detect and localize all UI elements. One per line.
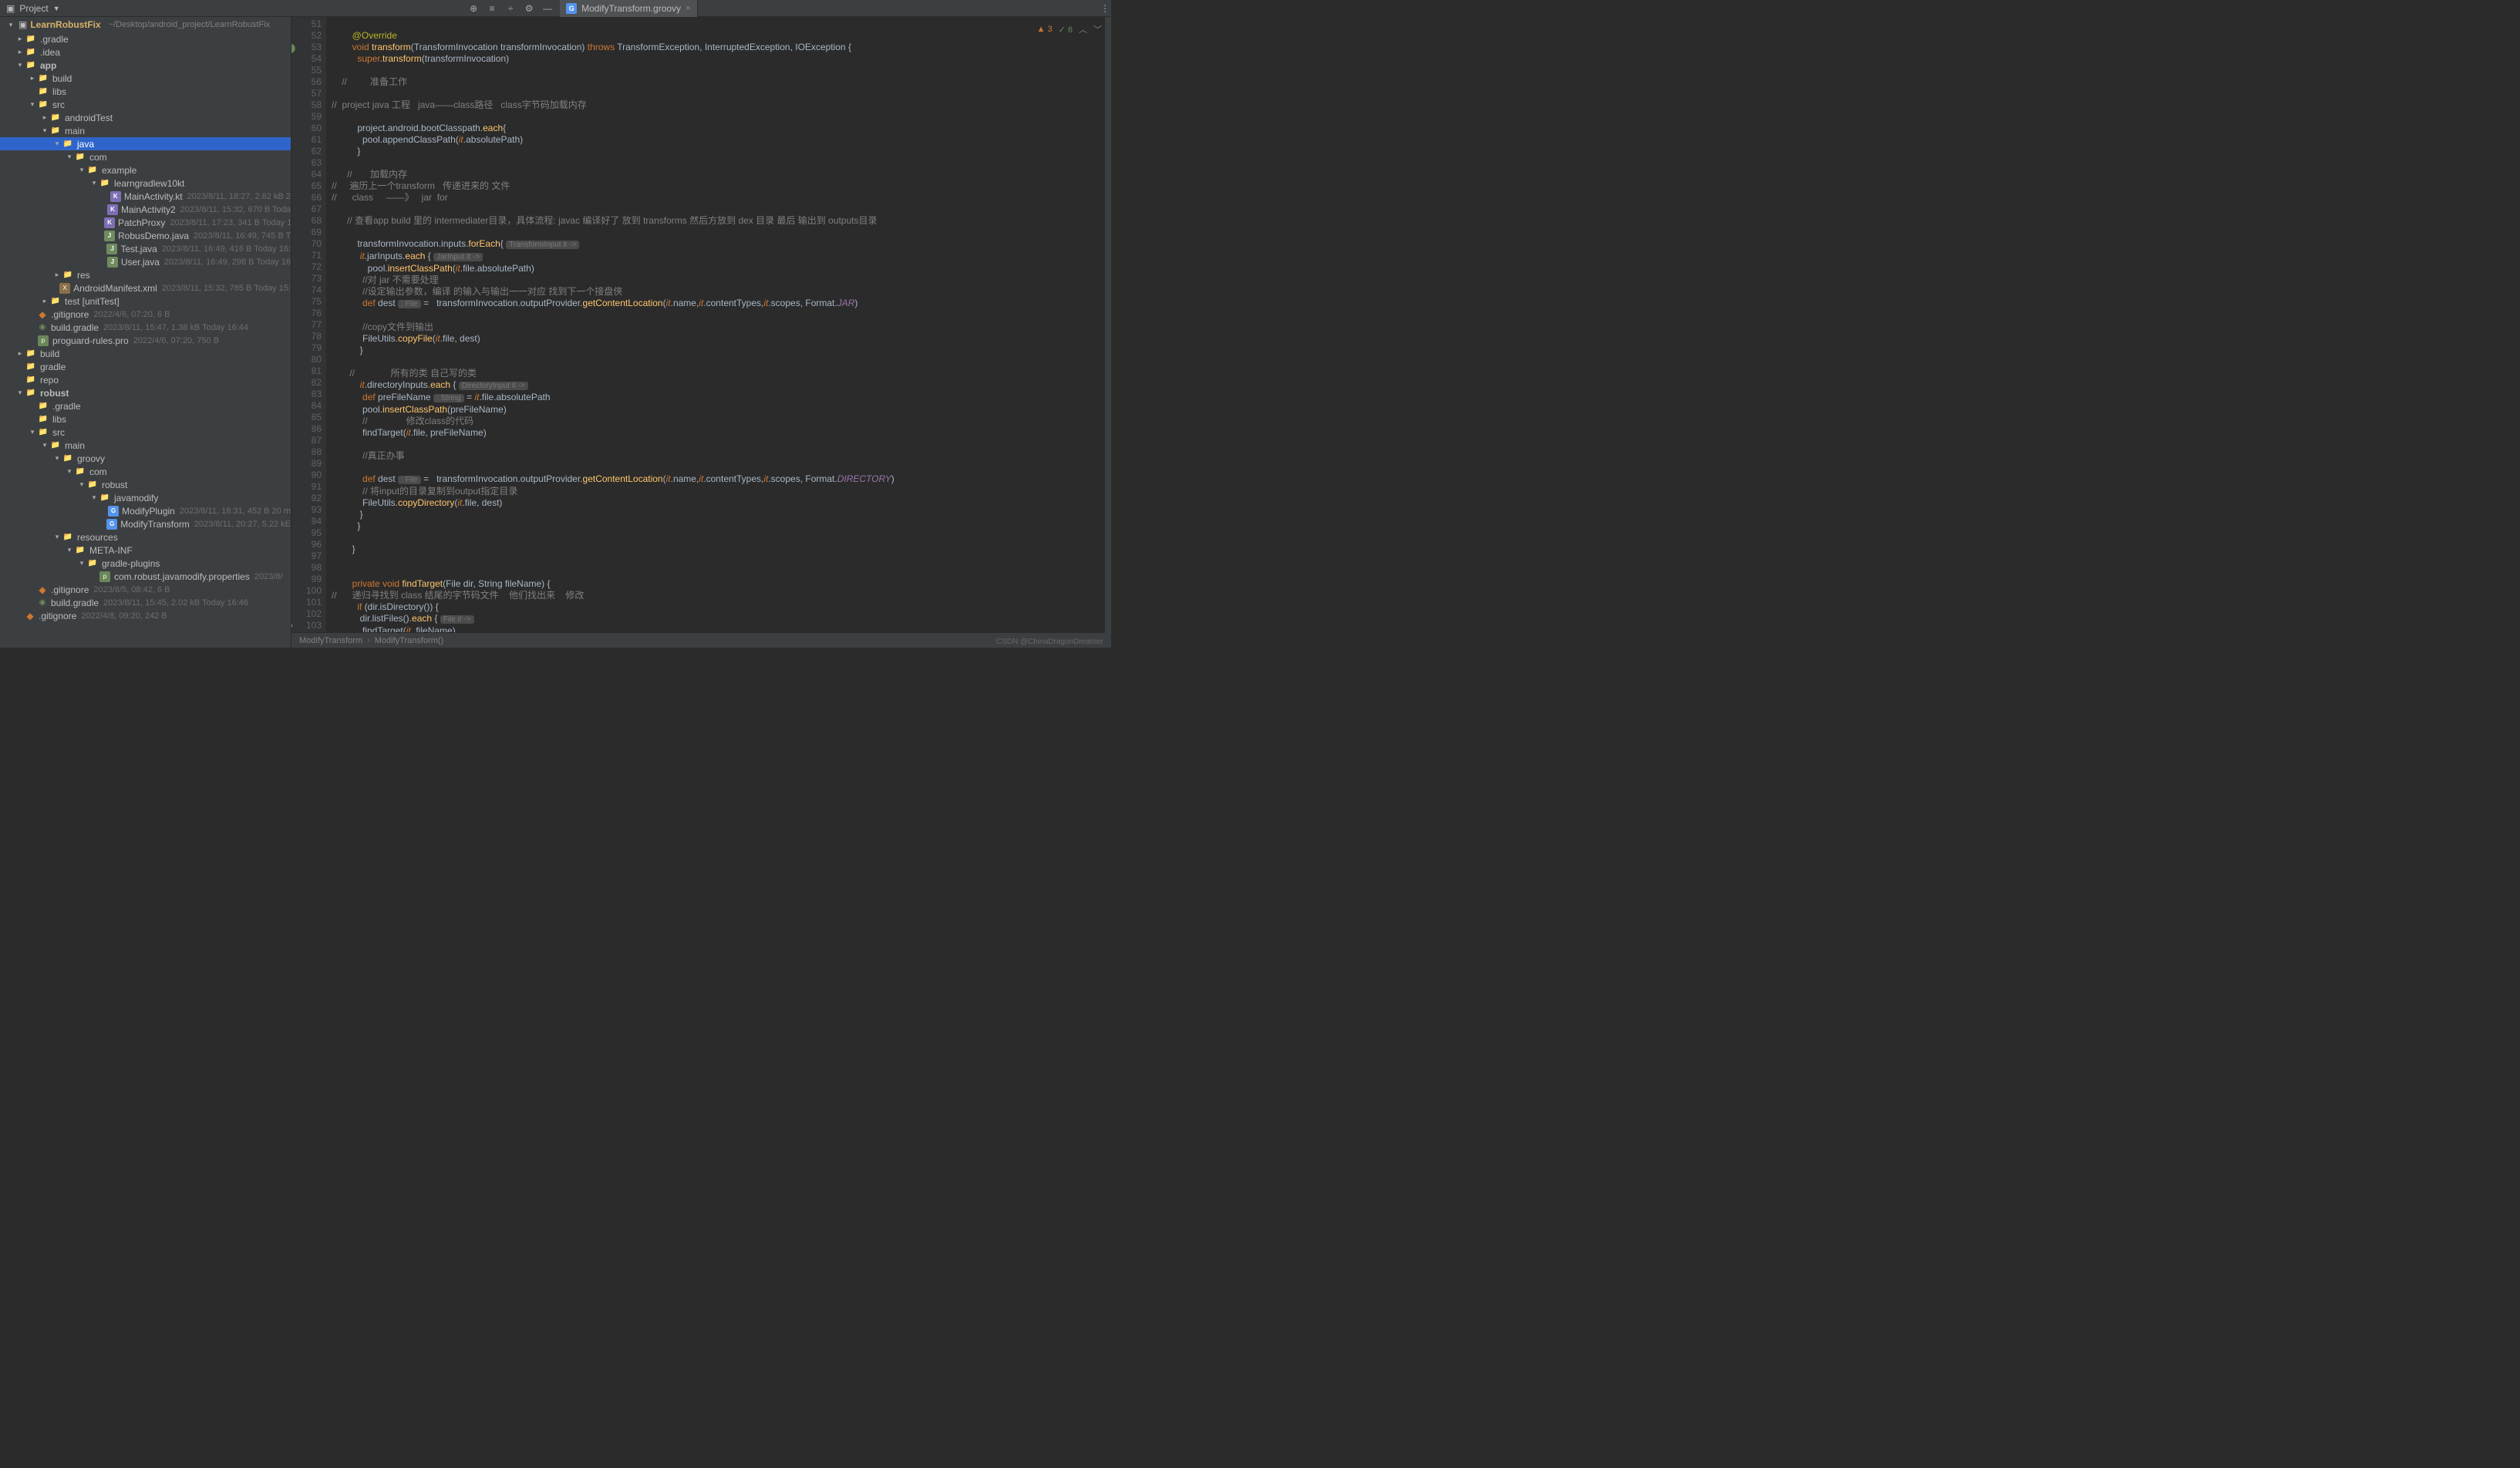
tree-node[interactable]: ·pcom.robust.javamodify.properties2023/8… xyxy=(0,570,291,583)
code-editor[interactable]: 515253⬤545556575859606162636465666768697… xyxy=(291,17,1111,632)
tree-node[interactable]: ▸📁test [unitTest] xyxy=(0,295,291,308)
close-icon[interactable]: × xyxy=(686,4,690,13)
tree-node[interactable]: ▾📁com xyxy=(0,150,291,163)
tree-node[interactable]: ·KPatchProxy2023/8/11, 17:23, 341 B Toda… xyxy=(0,216,291,229)
warning-icon[interactable]: ▲ 3 xyxy=(1037,25,1053,34)
tree-node[interactable]: ·JTest.java2023/8/11, 16:49, 416 B Today… xyxy=(0,242,291,255)
breadcrumb[interactable]: ModifyTransform › ModifyTransform() CSDN… xyxy=(291,632,1111,648)
tree-node[interactable]: ·GModifyPlugin2023/8/11, 18:31, 452 B 20… xyxy=(0,504,291,517)
chevron-right-icon: › xyxy=(367,636,370,645)
project-icon: ▣ xyxy=(19,19,27,30)
tree-node[interactable]: ▾📁example xyxy=(0,163,291,177)
tree-node[interactable]: ·GModifyTransform2023/8/11, 20:27, 5.22 … xyxy=(0,517,291,530)
nav-down-icon[interactable]: ﹀ xyxy=(1093,23,1102,35)
tree-node[interactable]: ·📁libs xyxy=(0,85,291,98)
groovy-icon: G xyxy=(566,3,577,14)
tree-node[interactable]: ▸📁build xyxy=(0,72,291,85)
error-stripe[interactable] xyxy=(1105,17,1111,648)
expand-icon[interactable]: ≡ xyxy=(486,2,498,15)
tree-node[interactable]: ·◆.gitignore2022/4/6, 07:20, 6 B xyxy=(0,308,291,321)
project-dropdown[interactable]: ▣ Project ▼ xyxy=(0,3,66,14)
tree-node[interactable]: ·JRobusDemo.java2023/8/11, 16:49, 745 B … xyxy=(0,229,291,242)
line-gutter: 515253⬤545556575859606162636465666768697… xyxy=(291,17,327,632)
tree-node[interactable]: ▾📁com xyxy=(0,465,291,478)
tree-node[interactable]: ▸📁.gradle xyxy=(0,32,291,45)
tree-node[interactable]: ▾📁app xyxy=(0,59,291,72)
project-name: LearnRobustFix xyxy=(30,19,100,30)
tree-node[interactable]: ▾📁learngradlew10kt xyxy=(0,177,291,190)
top-toolbar: ▣ Project ▼ ⊕ ≡ ÷ ⚙ — G ModifyTransform.… xyxy=(0,0,1111,17)
tree-node[interactable]: ▾📁java xyxy=(0,137,291,150)
tree-node[interactable]: ▾📁robust xyxy=(0,478,291,491)
tree-node[interactable]: ·XAndroidManifest.xml2023/8/11, 15:32, 7… xyxy=(0,281,291,295)
tree-node[interactable]: ▾📁main xyxy=(0,439,291,452)
code-area[interactable]: @Override void transform(TransformInvoca… xyxy=(327,17,1111,632)
tree-node[interactable]: ▾📁main xyxy=(0,124,291,137)
tree-node[interactable]: ▾📁src xyxy=(0,98,291,111)
nav-up-icon[interactable]: ︿ xyxy=(1079,23,1087,35)
tree-node[interactable]: ▸📁build xyxy=(0,347,291,360)
more-icon[interactable]: ⋮ xyxy=(1099,2,1111,15)
target-icon[interactable]: ⊕ xyxy=(467,2,480,15)
tree-node[interactable]: ▾📁gradle-plugins xyxy=(0,557,291,570)
tree-node[interactable]: ·◆.gitignore2022/4/8, 09:20, 242 B xyxy=(0,609,291,622)
folder-icon: ▣ xyxy=(6,3,15,14)
tree-node[interactable]: ·◆.gitignore2023/8/5, 08:42, 6 B xyxy=(0,583,291,596)
tree-node[interactable]: ·◉build.gradle2023/8/11, 15:47, 1.38 kB … xyxy=(0,321,291,334)
tab-label: ModifyTransform.groovy xyxy=(581,3,681,14)
gear-icon[interactable]: ⚙ xyxy=(523,2,535,15)
tree-node[interactable]: ▸📁res xyxy=(0,268,291,281)
tree-node[interactable]: ▾📁groovy xyxy=(0,452,291,465)
tree-node[interactable]: ·📁.gradle xyxy=(0,399,291,412)
chevron-down-icon[interactable]: ▾ xyxy=(6,21,15,29)
tree-node[interactable]: ·◉build.gradle2023/8/11, 15:45, 2.02 kB … xyxy=(0,596,291,609)
tree-node[interactable]: ▸📁.idea xyxy=(0,45,291,59)
minimize-icon[interactable]: — xyxy=(541,2,554,15)
chevron-down-icon: ▼ xyxy=(53,5,60,12)
project-root[interactable]: ▾ ▣ LearnRobustFix ~/Desktop/android_pro… xyxy=(0,17,291,32)
tree-node[interactable]: ·KMainActivity.kt2023/8/11, 18:27, 2.62 … xyxy=(0,190,291,203)
tree-node[interactable]: ·📁repo xyxy=(0,373,291,386)
tree-node[interactable]: ·📁libs xyxy=(0,412,291,426)
project-path: ~/Desktop/android_project/LearnRobustFix xyxy=(109,20,270,29)
inspection-status: ▲ 3 ✓ 6 ︿ ﹀ xyxy=(1037,23,1102,35)
ok-icon[interactable]: ✓ 6 xyxy=(1059,25,1073,35)
project-label: Project xyxy=(19,3,48,14)
tree-node[interactable]: ·📁gradle xyxy=(0,360,291,373)
breadcrumb-method[interactable]: ModifyTransform() xyxy=(375,636,443,645)
tree-node[interactable]: ·JUser.java2023/8/11, 16:49, 298 B Today… xyxy=(0,255,291,268)
tree-node[interactable]: ▾📁resources xyxy=(0,530,291,544)
tree-node[interactable]: ▾📁src xyxy=(0,426,291,439)
tree-node[interactable]: ·KMainActivity22023/8/11, 15:32, 670 B T… xyxy=(0,203,291,216)
tree-node[interactable]: ·pproguard-rules.pro2022/4/6, 07:20, 750… xyxy=(0,334,291,347)
collapse-icon[interactable]: ÷ xyxy=(504,2,517,15)
editor-tab[interactable]: G ModifyTransform.groovy × xyxy=(560,0,697,17)
tree-node[interactable]: ▾📁javamodify xyxy=(0,491,291,504)
tree-node[interactable]: ▾📁META-INF xyxy=(0,544,291,557)
project-tree[interactable]: ▾ ▣ LearnRobustFix ~/Desktop/android_pro… xyxy=(0,17,291,648)
tree-node[interactable]: ▾📁robust xyxy=(0,386,291,399)
breadcrumb-class[interactable]: ModifyTransform xyxy=(299,636,362,645)
tree-node[interactable]: ▸📁androidTest xyxy=(0,111,291,124)
watermark: CSDN @ChinaDragonDreamer xyxy=(996,638,1103,646)
